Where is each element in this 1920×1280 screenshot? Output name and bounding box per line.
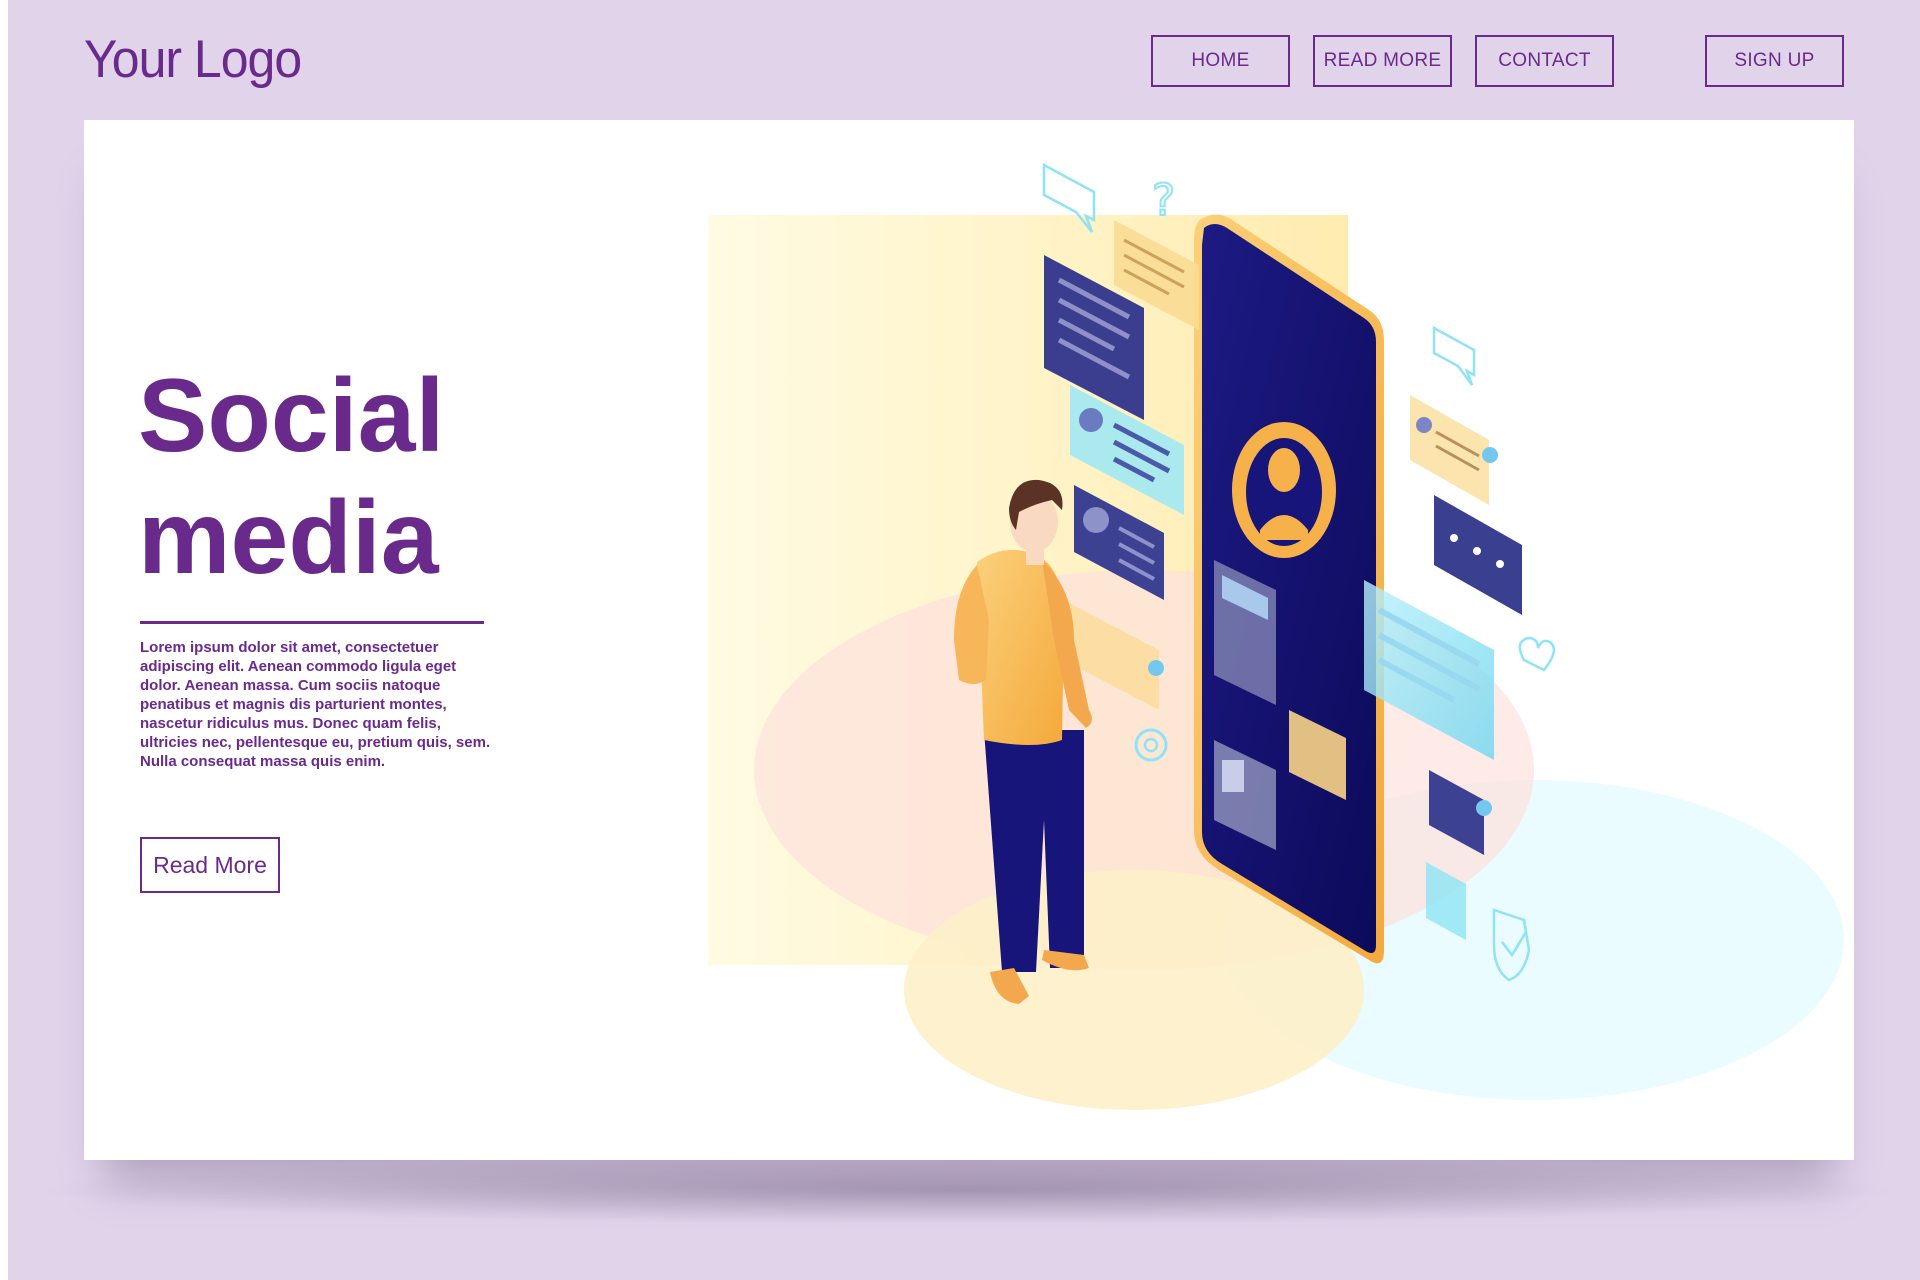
heart-icon [1518, 636, 1556, 672]
question-mark-icon: ? [1152, 175, 1175, 226]
chat-bubble-icon [1434, 495, 1522, 615]
sign-up-button[interactable]: SIGN UP [1705, 35, 1844, 87]
nav-read-more-button[interactable]: READ MORE [1313, 35, 1452, 87]
chat-bubble-outline-icon [1432, 325, 1476, 386]
smartphone-icon [1194, 214, 1384, 964]
social-media-illustration: ? [708, 162, 1844, 1110]
hero-card: Social media Lorem ipsum dolor sit amet,… [84, 120, 1854, 1160]
nav-contact-button[interactable]: CONTACT [1475, 35, 1614, 87]
logo[interactable]: Your Logo [84, 29, 302, 90]
nav-home-button[interactable]: HOME [1151, 35, 1290, 87]
chat-bubble-icon [1410, 395, 1498, 505]
page-frame: Your Logo HOME READ MORE CONTACT SIGN UP… [8, 0, 1920, 1280]
card-shadow [28, 1155, 1908, 1225]
